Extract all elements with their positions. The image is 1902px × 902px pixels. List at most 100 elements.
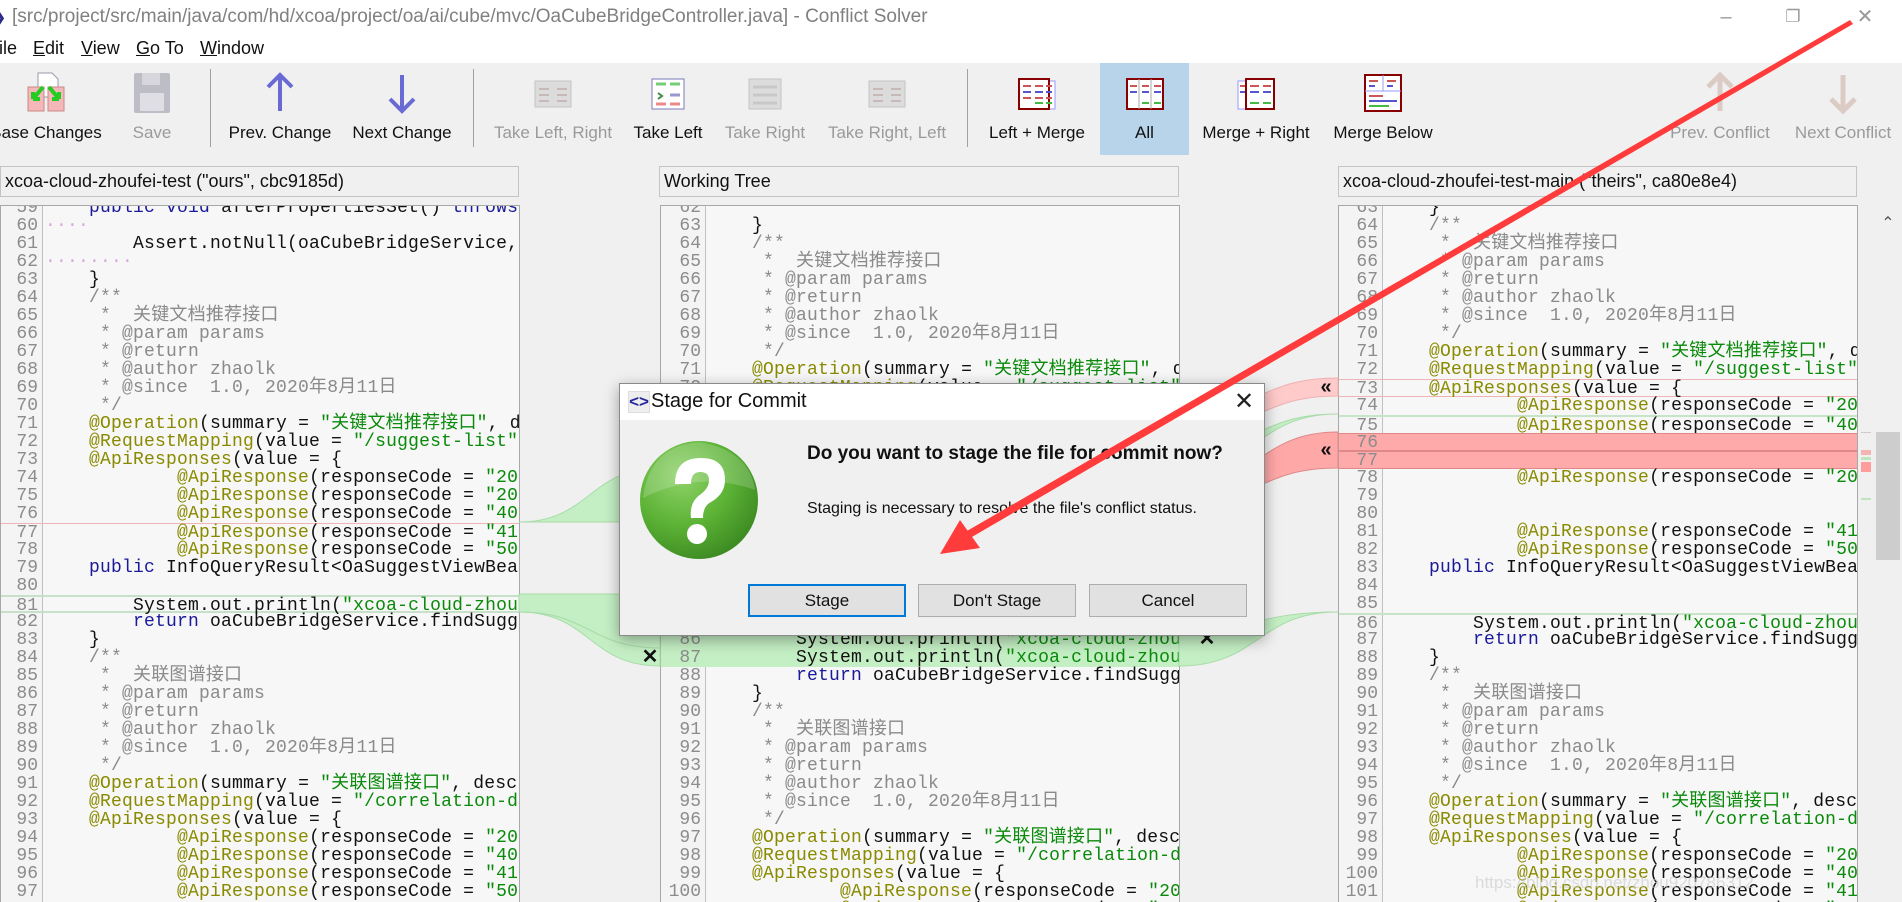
code-line[interactable]: 91 @Operation(summary = "关联图谱接口", descri [1,775,519,793]
code-line[interactable]: 81 @ApiResponse(responseCode = "41 [1339,523,1857,541]
code-line[interactable]: 94 * @author zhaolk [661,775,1179,793]
code-line[interactable]: 93 * @author zhaolk [1339,739,1857,757]
take-left-right-button[interactable]: Take Left, Right [488,63,618,155]
code-line[interactable]: 67 * @return [1339,271,1857,289]
code-line[interactable]: 99 @ApiResponses(value = { [661,865,1179,883]
vertical-scrollbar[interactable]: ⌃ [1874,205,1902,902]
take-left-button[interactable]: Take Left [623,63,713,155]
code-line[interactable]: 64 /** [1,289,519,307]
code-line[interactable]: 87 System.out.println("xcoa-cloud-zhou [661,649,1179,667]
code-line[interactable]: 91 * 关联图谱接口 [661,721,1179,739]
code-line[interactable]: 71 @Operation(summary = "关键文档推荐接口", desc [661,361,1179,379]
take-right-button[interactable]: Take Right [720,63,810,155]
code-line[interactable]: 86 * @param params [1,685,519,703]
code-line[interactable]: 65 * 关键文档推荐接口 [661,253,1179,271]
code-line[interactable]: 88 * @author zhaolk [1,721,519,739]
code-line[interactable]: 67 * @return [661,289,1179,307]
code-line[interactable]: 94 @ApiResponse(responseCode = "20 [1,829,519,847]
code-line[interactable]: 89 * @since 1.0, 2020年8月11日 [1,739,519,757]
code-line[interactable]: 66 * @param params [661,271,1179,289]
close-icon[interactable]: ✕ [1230,388,1258,416]
stage-button[interactable]: Stage [748,584,906,617]
code-line[interactable]: 85 [1339,595,1857,613]
code-line[interactable]: 98 @ApiResponses(value = { [1339,829,1857,847]
next-conflict-button[interactable]: Next Conflict [1783,63,1902,155]
prev-conflict-button[interactable]: Prev. Conflict [1660,63,1780,155]
code-line[interactable]: 68 * @author zhaolk [1,361,519,379]
code-line[interactable]: 77 [1339,451,1857,470]
code-line[interactable]: 84 /** [1,649,519,667]
overview-ruler[interactable] [1860,205,1872,902]
code-line[interactable]: 85 * 关联图谱接口 [1,667,519,685]
code-line[interactable]: 61 Assert.notNull(oaCubeBridgeService, [1,235,519,253]
code-line[interactable]: 86 System.out.println("xcoa-cloud-zhou [1339,613,1857,633]
code-line[interactable]: 95 */ [1339,775,1857,793]
code-line[interactable]: 77 @ApiResponse(responseCode = "41 [1,523,519,542]
code-line[interactable]: 64 /** [1339,217,1857,235]
code-line[interactable]: 95 * @since 1.0, 2020年8月11日 [661,793,1179,811]
code-line[interactable]: 80 [1,577,519,595]
code-line[interactable]: 65 * 关键文档推荐接口 [1339,235,1857,253]
code-line[interactable]: 82 return oaCubeBridgeService.findSugg [1,613,519,631]
code-line[interactable]: 69 * @since 1.0, 2020年8月11日 [1339,307,1857,325]
code-line[interactable]: 71 @Operation(summary = "关键文档推荐接口", desc [1,415,519,433]
menu-edit[interactable]: Edit [33,38,64,59]
code-line[interactable]: 78 @ApiResponse(responseCode = "20 [1339,469,1857,487]
code-line[interactable]: 92 * @return [1339,721,1857,739]
take-change-icon[interactable]: « [1316,440,1336,460]
code-line[interactable]: 65 * 关键文档推荐接口 [1,307,519,325]
code-line[interactable]: 96 @ApiResponse(responseCode = "41 [1,865,519,883]
code-line[interactable]: 90 * 关联图谱接口 [1339,685,1857,703]
code-line[interactable]: 87 * @return [1,703,519,721]
code-line[interactable]: 96 @Operation(summary = "关联图谱接口", descri [1339,793,1857,811]
code-line[interactable]: 69 * @since 1.0, 2020年8月11日 [661,325,1179,343]
code-line[interactable]: 70 */ [1339,325,1857,343]
merge-below-layout-button[interactable]: Merge Below [1323,63,1443,155]
code-line[interactable]: 97 @RequestMapping(value = "/correlation… [1339,811,1857,829]
code-line[interactable]: 79 [1339,487,1857,505]
code-line[interactable]: 82 @ApiResponse(responseCode = "50 [1339,541,1857,559]
code-line[interactable]: 72 @RequestMapping(value = "/suggest-lis… [1339,361,1857,379]
left-editor-pane[interactable]: 59 public void afterPropertiesSet() thro… [0,205,520,902]
code-line[interactable]: 97 @ApiResponse(responseCode = "50 [1,883,519,901]
merge-right-layout-button[interactable]: Merge + Right [1196,63,1316,155]
code-line[interactable]: 74 @ApiResponse(responseCode = "20 [1,469,519,487]
code-line[interactable]: 93 * @return [661,757,1179,775]
dont-stage-button[interactable]: Don't Stage [918,584,1076,617]
code-line[interactable]: 100 @ApiResponse(responseCode = "20 [661,883,1179,901]
menu-window[interactable]: Window [200,38,264,59]
minimize-button[interactable]: – [1706,4,1746,30]
code-line[interactable]: 73 @ApiResponses(value = { [1,451,519,469]
code-line[interactable]: 74 @ApiResponse(responseCode = "20 [1339,397,1857,415]
code-line[interactable]: 67 * @return [1,343,519,361]
code-line[interactable]: 73 @ApiResponses(value = { [1339,379,1857,398]
code-line[interactable]: 62 ········ [1,253,519,271]
code-line[interactable]: 69 * @since 1.0, 2020年8月11日 [1,379,519,397]
scroll-up-icon[interactable]: ⌃ [1874,213,1902,233]
code-line[interactable]: 83 public InfoQueryResult<OaSuggestViewB… [1339,559,1857,577]
code-line[interactable]: 89 } [661,685,1179,703]
code-line[interactable]: 64 /** [661,235,1179,253]
prev-change-button[interactable]: Prev. Change [225,63,335,155]
next-change-button[interactable]: Next Change [347,63,457,155]
code-line[interactable]: 99 @ApiResponse(responseCode = "20 [1339,847,1857,865]
close-window-button[interactable]: ✕ [1845,4,1885,30]
menu-view[interactable]: View [81,38,120,59]
menu-file[interactable]: ile [0,38,17,59]
code-line[interactable]: 75 @ApiResponse(responseCode = "40 [1339,415,1857,435]
code-line[interactable]: 83 } [1,631,519,649]
code-line[interactable]: 89 /** [1339,667,1857,685]
code-line[interactable]: 75 @ApiResponse(responseCode = "20 [1,487,519,505]
code-line[interactable]: 72 @RequestMapping(value = "/suggest-lis… [1,433,519,451]
left-merge-layout-button[interactable]: Left + Merge [982,63,1092,155]
code-line[interactable]: 76 [1339,433,1857,452]
code-line[interactable]: 68 * @author zhaolk [661,307,1179,325]
code-line[interactable]: 68 * @author zhaolk [1339,289,1857,307]
code-line[interactable]: 88 return oaCubeBridgeService.findSugg [661,667,1179,685]
code-line[interactable]: 96 */ [661,811,1179,829]
code-line[interactable]: 70 */ [1,397,519,415]
code-line[interactable]: 60 ···· [1,217,519,235]
code-line[interactable]: 92 @RequestMapping(value = "/correlation… [1,793,519,811]
code-line[interactable]: 98 @RequestMapping(value = "/correlation… [661,847,1179,865]
code-line[interactable]: 94 * @since 1.0, 2020年8月11日 [1339,757,1857,775]
